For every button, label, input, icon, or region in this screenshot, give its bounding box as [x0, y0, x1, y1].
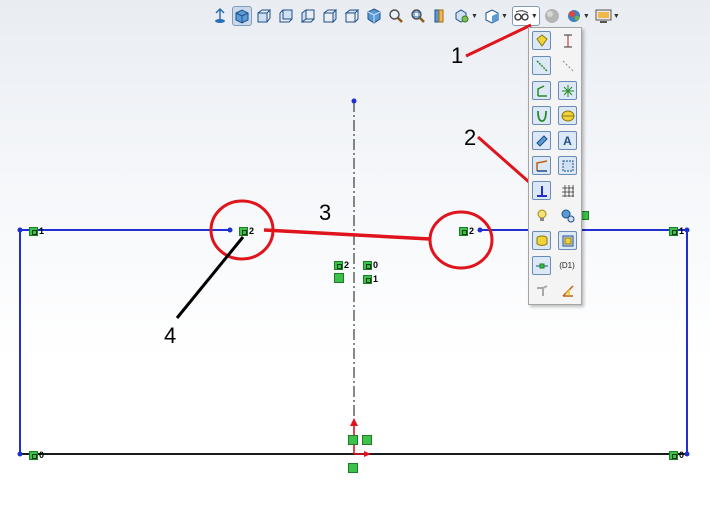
filter-faces-icon[interactable] — [532, 31, 551, 50]
sketch-dimensions-icon[interactable] — [532, 256, 551, 275]
annotation-number-4: 4 — [164, 323, 177, 348]
relation-icon — [239, 226, 248, 236]
parts-icon[interactable] — [558, 231, 577, 250]
sketch-relations-icon[interactable] — [532, 181, 551, 200]
origin-relation-icon[interactable] — [362, 435, 372, 445]
sketch-point[interactable] — [17, 451, 23, 457]
annotation-number-2: 2 — [464, 125, 477, 150]
relation-icon — [334, 260, 343, 270]
relation-icon — [29, 226, 38, 236]
relation-icon — [29, 450, 38, 460]
vertex-icon[interactable] — [532, 81, 551, 100]
relation-icon — [363, 274, 372, 284]
sketch-line-icon[interactable] — [532, 56, 551, 75]
annotation-text-icon[interactable]: A — [558, 131, 577, 150]
relation-label[interactable]: 2 — [459, 225, 479, 237]
relation-number: 1 — [373, 274, 379, 284]
origin-relation-icon[interactable] — [348, 435, 358, 445]
curve-icon[interactable] — [532, 106, 551, 125]
sketch-point[interactable] — [227, 227, 233, 233]
annotation-number-3: 3 — [319, 200, 332, 225]
display-relations-popup: A (D1) — [528, 27, 582, 305]
plane-grid-icon[interactable] — [558, 156, 577, 175]
cameras-icon[interactable] — [558, 206, 577, 225]
weld-icon[interactable] — [558, 281, 577, 300]
relation-label[interactable]: 1 — [363, 273, 383, 285]
relation-number: 0 — [373, 260, 379, 270]
origin-x-arrowhead — [364, 451, 371, 457]
lights-icon[interactable] — [532, 206, 551, 225]
point-icon[interactable] — [558, 81, 577, 100]
relation-number: 0 — [39, 450, 45, 460]
grid-icon[interactable] — [558, 181, 577, 200]
relation-number: 0 — [679, 450, 685, 460]
centerline-endpoint[interactable] — [351, 98, 357, 104]
origin-y-arrowhead — [350, 418, 358, 426]
annotation-number-1: 1 — [451, 43, 464, 68]
relation-label[interactable]: 1 — [669, 225, 689, 237]
dimension-names-label: (D1) — [559, 261, 575, 270]
relation-number: 2 — [249, 226, 255, 236]
relation-number: 1 — [679, 226, 685, 236]
measure-icon[interactable] — [532, 131, 551, 150]
relation-number: 1 — [39, 226, 45, 236]
relation-label[interactable]: 0 — [669, 449, 689, 461]
sketch-planes-icon[interactable] — [532, 156, 551, 175]
dimension-icon[interactable] — [558, 31, 577, 50]
relation-label[interactable]: 2 — [239, 225, 259, 237]
relation-icon — [459, 226, 468, 236]
sketch-point[interactable] — [17, 227, 23, 233]
relation-icon — [669, 450, 678, 460]
routing-icon[interactable] — [532, 281, 551, 300]
annotation-line-4 — [175, 236, 245, 319]
construction-line-icon[interactable] — [558, 56, 577, 75]
layer-icon[interactable] — [532, 231, 551, 250]
vertical-relation-icon[interactable] — [334, 273, 344, 283]
relation-label[interactable]: 1 — [29, 225, 49, 237]
relation-label[interactable]: 2 — [334, 259, 354, 271]
surface-icon[interactable] — [558, 106, 577, 125]
relation-icon — [669, 226, 678, 236]
relation-label[interactable]: 0 — [363, 259, 383, 271]
relation-number: 2 — [344, 260, 350, 270]
annotation-line-1 — [465, 23, 532, 58]
relation-icon — [363, 260, 372, 270]
relation-label[interactable]: 0 — [29, 449, 49, 461]
horizontal-relation-icon[interactable] — [348, 463, 358, 473]
annotation-circle-right — [428, 210, 494, 270]
dimension-names-icon[interactable]: (D1) — [556, 256, 578, 275]
annotation-line-3 — [263, 228, 431, 241]
relation-number: 2 — [469, 226, 475, 236]
